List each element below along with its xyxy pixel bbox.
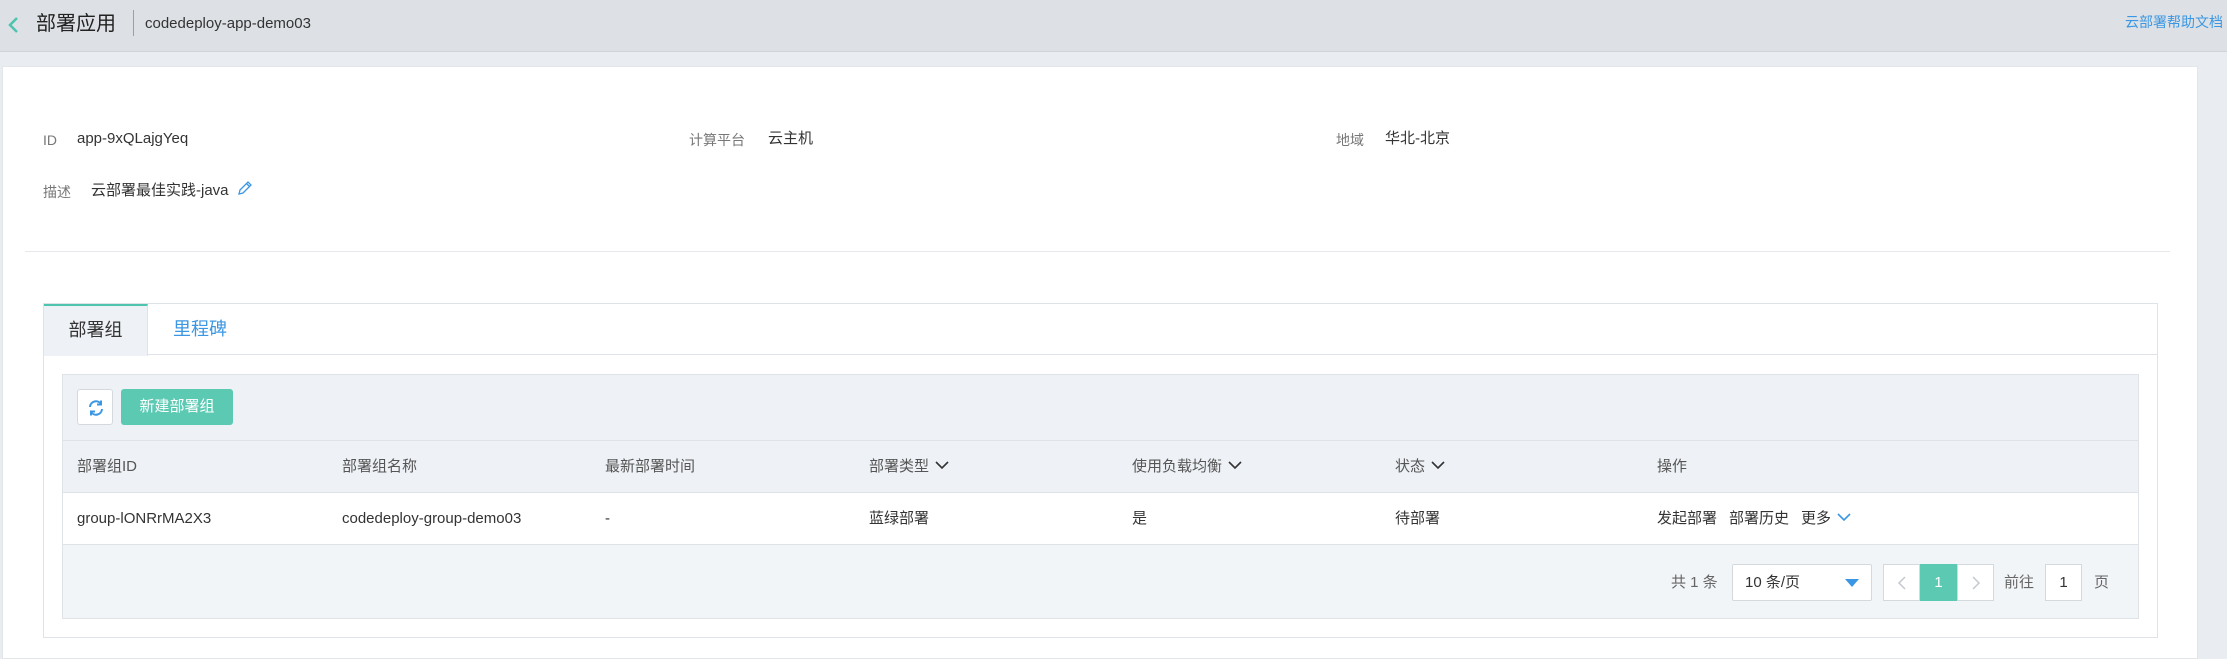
cell-last-deploy: - (605, 510, 610, 527)
tab-deploy-group[interactable]: 部署组 (44, 304, 148, 356)
col-header-load-balancer[interactable]: 使用负载均衡 (1132, 441, 1242, 493)
chevron-down-icon (1837, 513, 1851, 522)
help-doc-link[interactable]: 云部署帮助文档 (2125, 13, 2223, 31)
back-arrow-icon[interactable] (4, 13, 24, 37)
chevron-down-icon (1431, 461, 1445, 470)
new-deploy-group-button[interactable]: 新建部署组 (121, 389, 233, 425)
more-actions-dropdown[interactable]: 更多 (1801, 493, 1851, 545)
cell-status: 待部署 (1395, 510, 1441, 527)
caret-down-icon (1845, 579, 1859, 587)
tab-bar: 部署组 里程碑 (44, 304, 2157, 356)
title-divider (133, 10, 134, 36)
deploy-group-table: 新建部署组 部署组ID 部署组名称 最新部署时间 部署类型 使用负载均衡 状态 … (62, 374, 2139, 619)
col-header-name: 部署组名称 (342, 458, 418, 475)
col-header-status-label: 状态 (1395, 458, 1426, 475)
cell-load-balancer: 是 (1132, 510, 1148, 527)
deploy-history-link[interactable]: 部署历史 (1729, 493, 1789, 545)
chevron-right-icon (1972, 576, 1981, 590)
refresh-button[interactable] (77, 389, 113, 425)
page-size-value: 10 条/页 (1745, 574, 1801, 591)
platform-label: 计算平台 (689, 132, 745, 148)
cell-deploy-type: 蓝绿部署 (869, 510, 930, 527)
col-header-actions: 操作 (1657, 458, 1688, 475)
chevron-down-icon (935, 461, 949, 470)
col-header-load-balancer-label: 使用负载均衡 (1132, 458, 1223, 475)
chevron-down-icon (1228, 461, 1242, 470)
pagination-total: 共 1 条 (1671, 574, 1718, 591)
col-header-id: 部署组ID (77, 458, 138, 475)
page-unit-label: 页 (2094, 574, 2110, 591)
region-value: 华北-北京 (1385, 130, 1450, 147)
col-header-type-label: 部署类型 (869, 458, 930, 475)
top-header-bar: 部署应用 codedeploy-app-demo03 云部署帮助文档 (0, 0, 2227, 52)
description-value: 云部署最佳实践-java (91, 182, 229, 199)
chevron-left-icon (1897, 576, 1906, 590)
description-label: 描述 (43, 184, 71, 200)
refresh-icon (89, 400, 103, 416)
cell-group-id: group-lONRrMA2X3 (77, 510, 212, 527)
deploy-group-card: 部署组 里程碑 新建部署组 部署组ID 部署组名称 最新部署时间 部署类型 使用… (43, 303, 2158, 638)
page-size-select[interactable]: 10 条/页 (1732, 564, 1872, 601)
main-content-panel: ID app-9xQLajgYeq 计算平台 云主机 地域 华北-北京 描述 云… (2, 66, 2198, 659)
tab-milestone[interactable]: 里程碑 (148, 304, 252, 355)
section-divider (25, 251, 2170, 252)
region-label: 地域 (1336, 132, 1364, 148)
page-title: 部署应用 (36, 13, 116, 35)
col-header-type[interactable]: 部署类型 (869, 441, 949, 493)
app-name-breadcrumb: codedeploy-app-demo03 (145, 15, 311, 32)
col-header-last-deploy: 最新部署时间 (605, 458, 696, 475)
table-toolbar: 新建部署组 (63, 375, 2138, 441)
cell-group-name-link[interactable]: codedeploy-group-demo03 (342, 493, 521, 545)
edit-pencil-icon[interactable] (237, 180, 253, 196)
table-row: group-lONRrMA2X3 codedeploy-group-demo03… (63, 493, 2138, 545)
col-header-status[interactable]: 状态 (1395, 441, 1445, 493)
prev-page-button[interactable] (1883, 564, 1920, 601)
start-deploy-link[interactable]: 发起部署 (1657, 493, 1717, 545)
id-value: app-9xQLajgYeq (77, 130, 189, 147)
goto-page-input[interactable] (2045, 564, 2082, 601)
more-actions-label: 更多 (1801, 510, 1832, 527)
platform-value: 云主机 (768, 130, 814, 147)
page-number-current[interactable]: 1 (1920, 564, 1957, 601)
table-header: 部署组ID 部署组名称 最新部署时间 部署类型 使用负载均衡 状态 操作 (63, 441, 2138, 493)
goto-label: 前往 (2004, 574, 2035, 591)
id-label: ID (43, 132, 57, 148)
next-page-button[interactable] (1957, 564, 1994, 601)
